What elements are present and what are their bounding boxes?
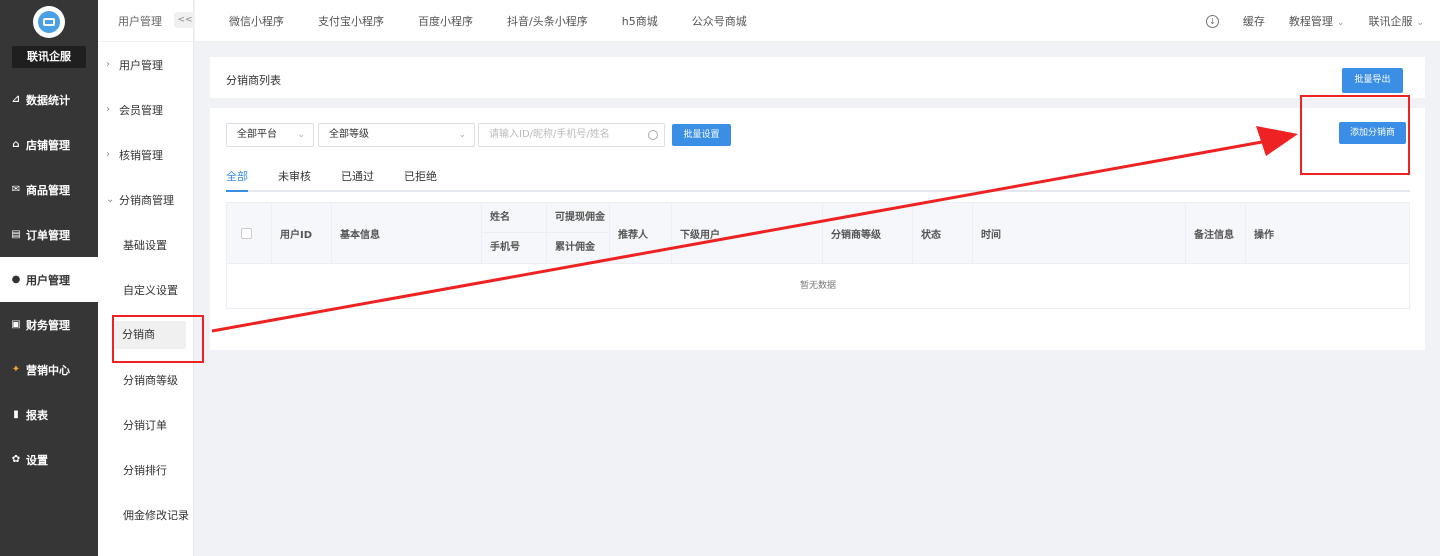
- annotation-arrow: [211, 126, 1298, 333]
